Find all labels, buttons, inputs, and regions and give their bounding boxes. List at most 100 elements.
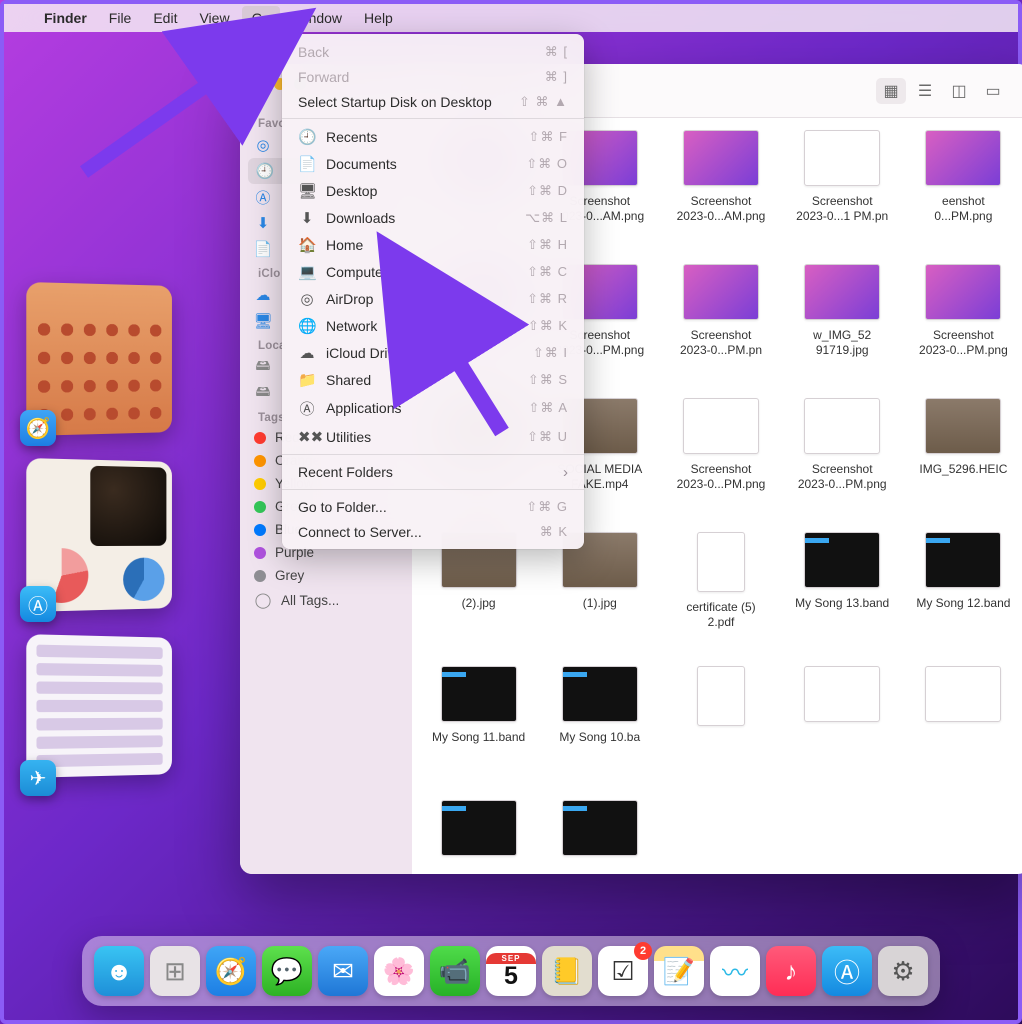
file-thumbnail xyxy=(925,532,1001,588)
dock-reminders-icon[interactable]: ☑2 xyxy=(598,946,648,996)
sidebar-tag-grey[interactable]: Grey xyxy=(240,564,412,587)
go-home[interactable]: 🏠Home⇧⌘ H xyxy=(282,231,584,258)
file-thumbnail xyxy=(804,666,880,722)
dock-notes-icon[interactable]: 📝 xyxy=(654,946,704,996)
file-thumbnail xyxy=(441,666,517,722)
go-documents[interactable]: 📄Documents⇧⌘ O xyxy=(282,150,584,177)
tag-dot-icon xyxy=(254,432,266,444)
file-item[interactable] xyxy=(660,666,781,800)
file-label: Screenshot2023-0...PM.pn xyxy=(680,328,762,358)
dock-settings-icon[interactable]: ⚙ xyxy=(878,946,928,996)
dock[interactable]: ☻ ⊞ 🧭 💬 ✉︎ 🌸 📹 SEP5 📒 ☑2 📝 〰 ♪ Ⓐ ⚙ xyxy=(82,936,940,1006)
file-label: Screenshot2023-0...AM.png xyxy=(677,194,766,224)
go-to-folder[interactable]: Go to Folder...⇧⌘ G xyxy=(282,494,584,519)
tag-dot-icon xyxy=(254,501,266,513)
dock-contacts-icon[interactable]: 📒 xyxy=(542,946,592,996)
dock-music-icon[interactable]: ♪ xyxy=(766,946,816,996)
go-downloads[interactable]: ⬇Downloads⌥⌘ L xyxy=(282,204,584,231)
file-item[interactable]: (1).jpg xyxy=(539,532,660,666)
menu-help[interactable]: Help xyxy=(364,10,393,26)
app-name[interactable]: Finder xyxy=(44,10,87,26)
tag-dot-icon xyxy=(254,524,266,536)
go-desktop[interactable]: 🖥Desktop⇧⌘ D xyxy=(282,177,584,204)
file-item[interactable]: My Song 10.ba xyxy=(539,666,660,800)
dock-safari-icon[interactable]: 🧭 xyxy=(206,946,256,996)
view-icon-grid-icon[interactable]: ▦ xyxy=(876,78,906,104)
file-item[interactable] xyxy=(539,800,660,874)
dock-calendar-icon[interactable]: SEP5 xyxy=(486,946,536,996)
file-item[interactable] xyxy=(782,666,903,800)
go-back: Back⌘ [ xyxy=(282,39,584,64)
cloud-icon: ☁︎ xyxy=(298,344,316,362)
file-item[interactable] xyxy=(418,800,539,874)
menu-item-label: Downloads xyxy=(326,210,395,226)
file-thumbnail xyxy=(925,666,1001,722)
sidebar-item-alltags[interactable]: ◯All Tags... xyxy=(240,587,412,613)
file-thumbnail xyxy=(562,800,638,856)
menu-item-label: Desktop xyxy=(326,183,377,199)
file-item[interactable]: eenshot0...PM.png xyxy=(903,130,1022,264)
file-thumbnail xyxy=(683,398,759,454)
dock-messages-icon[interactable]: 💬 xyxy=(262,946,312,996)
file-thumbnail xyxy=(804,264,880,320)
down-icon: ⬇ xyxy=(298,209,316,227)
file-item[interactable]: certificate (5)2.pdf xyxy=(660,532,781,666)
file-item[interactable]: Screenshot2023-0...PM.png xyxy=(903,264,1022,398)
go-recent-folders[interactable]: Recent Folders› xyxy=(282,459,584,485)
file-thumbnail xyxy=(925,264,1001,320)
dock-mail-icon[interactable]: ✉︎ xyxy=(318,946,368,996)
view-gallery-icon[interactable]: ▭ xyxy=(978,78,1008,104)
apps-icon: Ⓐ xyxy=(298,398,316,419)
view-columns-icon[interactable]: ◫ xyxy=(944,78,974,104)
file-item[interactable]: My Song 12.band xyxy=(903,532,1022,666)
go-recents[interactable]: 🕘Recents⇧⌘ F xyxy=(282,123,584,150)
go-connect-server[interactable]: Connect to Server...⌘ K xyxy=(282,519,584,544)
airdrop-icon: ◎ xyxy=(298,290,316,308)
view-list-icon[interactable]: ☰ xyxy=(910,78,940,104)
file-item[interactable]: Screenshot2023-0...AM.png xyxy=(660,130,781,264)
file-item[interactable]: Screenshot2023-0...PM.png xyxy=(660,398,781,532)
tag-dot-icon xyxy=(254,547,266,559)
file-item[interactable]: (2).jpg xyxy=(418,532,539,666)
file-label: My Song 11.band xyxy=(432,730,525,745)
menu-item-label: Computer xyxy=(326,264,387,280)
file-thumbnail xyxy=(804,130,880,186)
file-item[interactable]: My Song 13.band xyxy=(782,532,903,666)
dock-facetime-icon[interactable]: 📹 xyxy=(430,946,480,996)
dock-launchpad-icon[interactable]: ⊞ xyxy=(150,946,200,996)
telegram-icon[interactable]: ✈ xyxy=(20,760,56,796)
app-store-icon[interactable]: Ⓐ xyxy=(20,586,56,622)
tag-dot-icon xyxy=(254,455,266,467)
file-label: Screenshot2023-0...PM.png xyxy=(677,462,766,492)
file-label: IMG_5296.HEIC xyxy=(919,462,1007,477)
file-thumbnail xyxy=(925,398,1001,454)
file-thumbnail xyxy=(683,130,759,186)
dock-freeform-icon[interactable]: 〰 xyxy=(710,946,760,996)
home-icon: 🏠 xyxy=(298,236,316,254)
file-item[interactable]: My Song 11.band xyxy=(418,666,539,800)
file-item[interactable] xyxy=(903,666,1022,800)
file-item[interactable]: Screenshot2023-0...PM.png xyxy=(782,398,903,532)
file-label: My Song 12.band xyxy=(916,596,1010,611)
globe-icon: 🌐 xyxy=(298,317,316,335)
file-label: Screenshot2023-0...1 PM.pn xyxy=(796,194,888,224)
file-item[interactable]: Screenshot2023-0...PM.pn xyxy=(660,264,781,398)
file-thumbnail xyxy=(562,666,638,722)
menu-item-label: AirDrop xyxy=(326,291,373,307)
file-thumbnail xyxy=(804,532,880,588)
desktop-icon: 🖥 xyxy=(298,182,316,200)
go-startup-disk[interactable]: Select Startup Disk on Desktop⇧ ⌘ ▲ xyxy=(282,89,584,114)
menu-item-label: iCloud Drive xyxy=(326,345,402,361)
file-item[interactable]: IMG_5296.HEIC xyxy=(903,398,1022,532)
menu-item-label: Home xyxy=(326,237,363,253)
dock-finder-icon[interactable]: ☻ xyxy=(94,946,144,996)
dock-photos-icon[interactable]: 🌸 xyxy=(374,946,424,996)
file-item[interactable]: w_IMG_5291719.jpg xyxy=(782,264,903,398)
util-icon: ✖✖ xyxy=(298,428,316,446)
file-label: My Song 13.band xyxy=(795,596,889,611)
annotation-arrow-2 xyxy=(392,262,522,447)
dock-appstore-icon[interactable]: Ⓐ xyxy=(822,946,872,996)
safari-icon[interactable]: 🧭 xyxy=(20,410,56,446)
file-item[interactable]: Screenshot2023-0...1 PM.pn xyxy=(782,130,903,264)
menu-item-label: Shared xyxy=(326,372,371,388)
